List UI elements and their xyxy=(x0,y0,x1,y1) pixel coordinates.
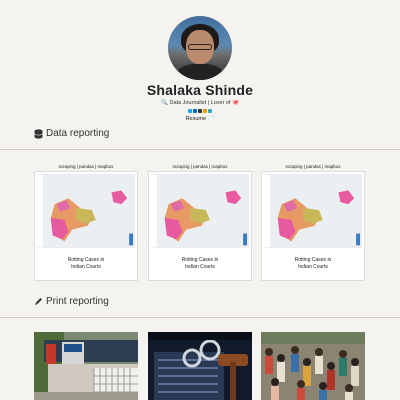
card-caption-line2: Indian Courts xyxy=(298,264,328,270)
github-icon[interactable] xyxy=(203,108,207,113)
email-icon[interactable] xyxy=(208,108,212,113)
print-story-photo[interactable] xyxy=(34,332,138,400)
print-story-photo[interactable] xyxy=(148,332,252,400)
twitter-icon[interactable] xyxy=(188,108,192,113)
card-caption-line1: Rotting Cases in xyxy=(181,257,219,263)
medium-icon[interactable] xyxy=(198,108,202,113)
card-tags: scraping | pandas | mapbox xyxy=(172,164,228,169)
database-icon xyxy=(34,128,43,139)
india-map-graphic xyxy=(264,174,362,248)
avatar xyxy=(168,16,232,80)
india-map-graphic xyxy=(37,174,135,248)
profile-name: Shalaka Shinde xyxy=(146,82,254,98)
section-title: Data reporting xyxy=(46,128,110,139)
map-thumbnail xyxy=(264,174,362,248)
linkedin-icon[interactable] xyxy=(193,108,197,113)
divider xyxy=(0,149,400,150)
map-thumbnail xyxy=(151,174,249,248)
card-caption-line2: Indian Courts xyxy=(185,264,215,270)
social-links xyxy=(0,108,400,114)
card-caption-line1: Rotting Cases in xyxy=(67,257,105,263)
pen-icon xyxy=(35,298,42,305)
card-tags: scraping | pandas | mapbox xyxy=(58,164,114,169)
resume-link[interactable]: Resume 📄 xyxy=(0,116,400,122)
project-card[interactable]: scraping | pandas | mapbox Rotting Cases… xyxy=(148,164,252,281)
profile-header: Shalaka Shinde 🔍 Data Journalist | Lover… xyxy=(0,16,400,122)
profile-tagline: 🔍 Data Journalist | Lover of 🐙 xyxy=(161,100,239,106)
project-card[interactable]: scraping | pandas | mapbox Rotting Cases… xyxy=(34,164,138,281)
print-story-photo[interactable] xyxy=(261,332,365,400)
india-map-graphic xyxy=(151,174,249,248)
section-data-reporting: Data reporting xyxy=(34,128,109,139)
divider xyxy=(0,317,400,318)
card-caption-line1: Rotting Cases in xyxy=(294,257,332,263)
map-thumbnail xyxy=(37,174,135,248)
card-caption-line2: Indian Courts xyxy=(71,264,101,270)
project-card[interactable]: scraping | pandas | mapbox Rotting Cases… xyxy=(261,164,365,281)
section-title: Print reporting xyxy=(46,296,109,307)
section-print-reporting: Print reporting xyxy=(34,296,109,307)
card-tags: scraping | pandas | mapbox xyxy=(285,164,341,169)
